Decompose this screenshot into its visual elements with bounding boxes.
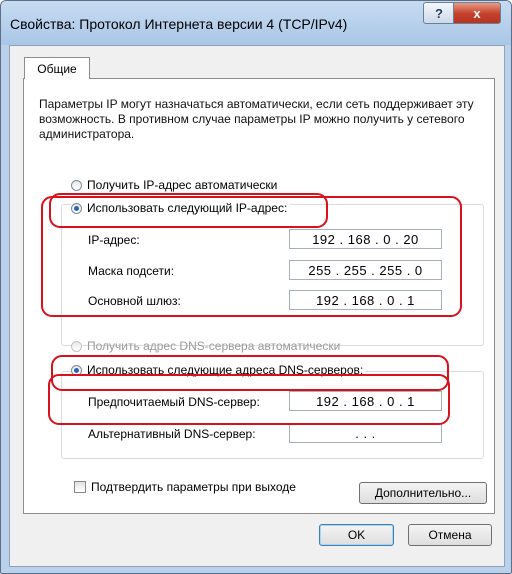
ok-button[interactable]: OK [319, 524, 394, 546]
help-icon: ? [435, 5, 443, 21]
dns-auto-radio-row[interactable]: Получить адрес DNS-сервера автоматически [71, 339, 340, 353]
validate-label: Подтвердить параметры при выходе [91, 480, 296, 494]
description-text: Параметры IP могут назначаться автоматич… [39, 97, 474, 141]
validate-checkbox-row[interactable]: Подтвердить параметры при выходе [74, 480, 296, 494]
alternate-dns-field[interactable]: . . . [289, 423, 442, 443]
dns-auto-label: Получить адрес DNS-сервера автоматически [87, 339, 341, 353]
subnet-mask-field[interactable]: 255 . 255 . 255 . 0 [289, 260, 442, 280]
ip-address-label: IP-адрес: [88, 233, 140, 247]
cancel-button[interactable]: Отмена [408, 524, 492, 546]
close-button[interactable]: x [453, 2, 501, 24]
dns-settings-group [61, 371, 484, 459]
ip-manual-label: Использовать следующий IP-адрес: [87, 201, 288, 215]
ip-auto-label: Получить IP-адрес автоматически [87, 178, 278, 192]
preferred-dns-label: Предпочитаемый DNS-сервер: [88, 395, 260, 409]
dialog-window: Свойства: Протокол Интернета версии 4 (T… [0, 0, 512, 574]
title-bar[interactable]: Свойства: Протокол Интернета версии 4 (T… [1, 1, 511, 45]
ip-auto-radio[interactable] [71, 179, 82, 191]
ip-address-field[interactable]: 192 . 168 . 0 . 20 [289, 229, 442, 249]
ip-manual-radio-row[interactable]: Использовать следующий IP-адрес: [71, 201, 291, 215]
close-icon: x [473, 5, 481, 21]
alternate-dns-label: Альтернативный DNS-сервер: [88, 427, 256, 441]
dns-auto-radio[interactable] [71, 340, 82, 352]
gateway-field[interactable]: 192 . 168 . 0 . 1 [289, 290, 442, 310]
ip-auto-radio-row[interactable]: Получить IP-адрес автоматически [71, 178, 277, 192]
subnet-mask-label: Маска подсети: [88, 264, 175, 278]
tab-panel-general: Параметры IP могут назначаться автоматич… [23, 78, 495, 514]
validate-checkbox[interactable] [74, 481, 86, 493]
window-title: Свойства: Протокол Интернета версии 4 (T… [10, 16, 348, 32]
ip-manual-radio[interactable] [71, 202, 82, 214]
dns-manual-radio[interactable] [71, 364, 82, 376]
preferred-dns-field[interactable]: 192 . 168 . 0 . 1 [289, 391, 442, 411]
advanced-button[interactable]: Дополнительно... [359, 482, 487, 504]
dns-manual-radio-row[interactable]: Использовать следующие адреса DNS-сервер… [71, 363, 367, 377]
gateway-label: Основной шлюз: [88, 294, 181, 308]
help-button[interactable]: ? [423, 2, 455, 24]
dialog-client-area: Общие Параметры IP могут назначаться авт… [9, 45, 505, 567]
dns-manual-label: Использовать следующие адреса DNS-сервер… [87, 363, 364, 377]
tab-general[interactable]: Общие [24, 57, 90, 79]
